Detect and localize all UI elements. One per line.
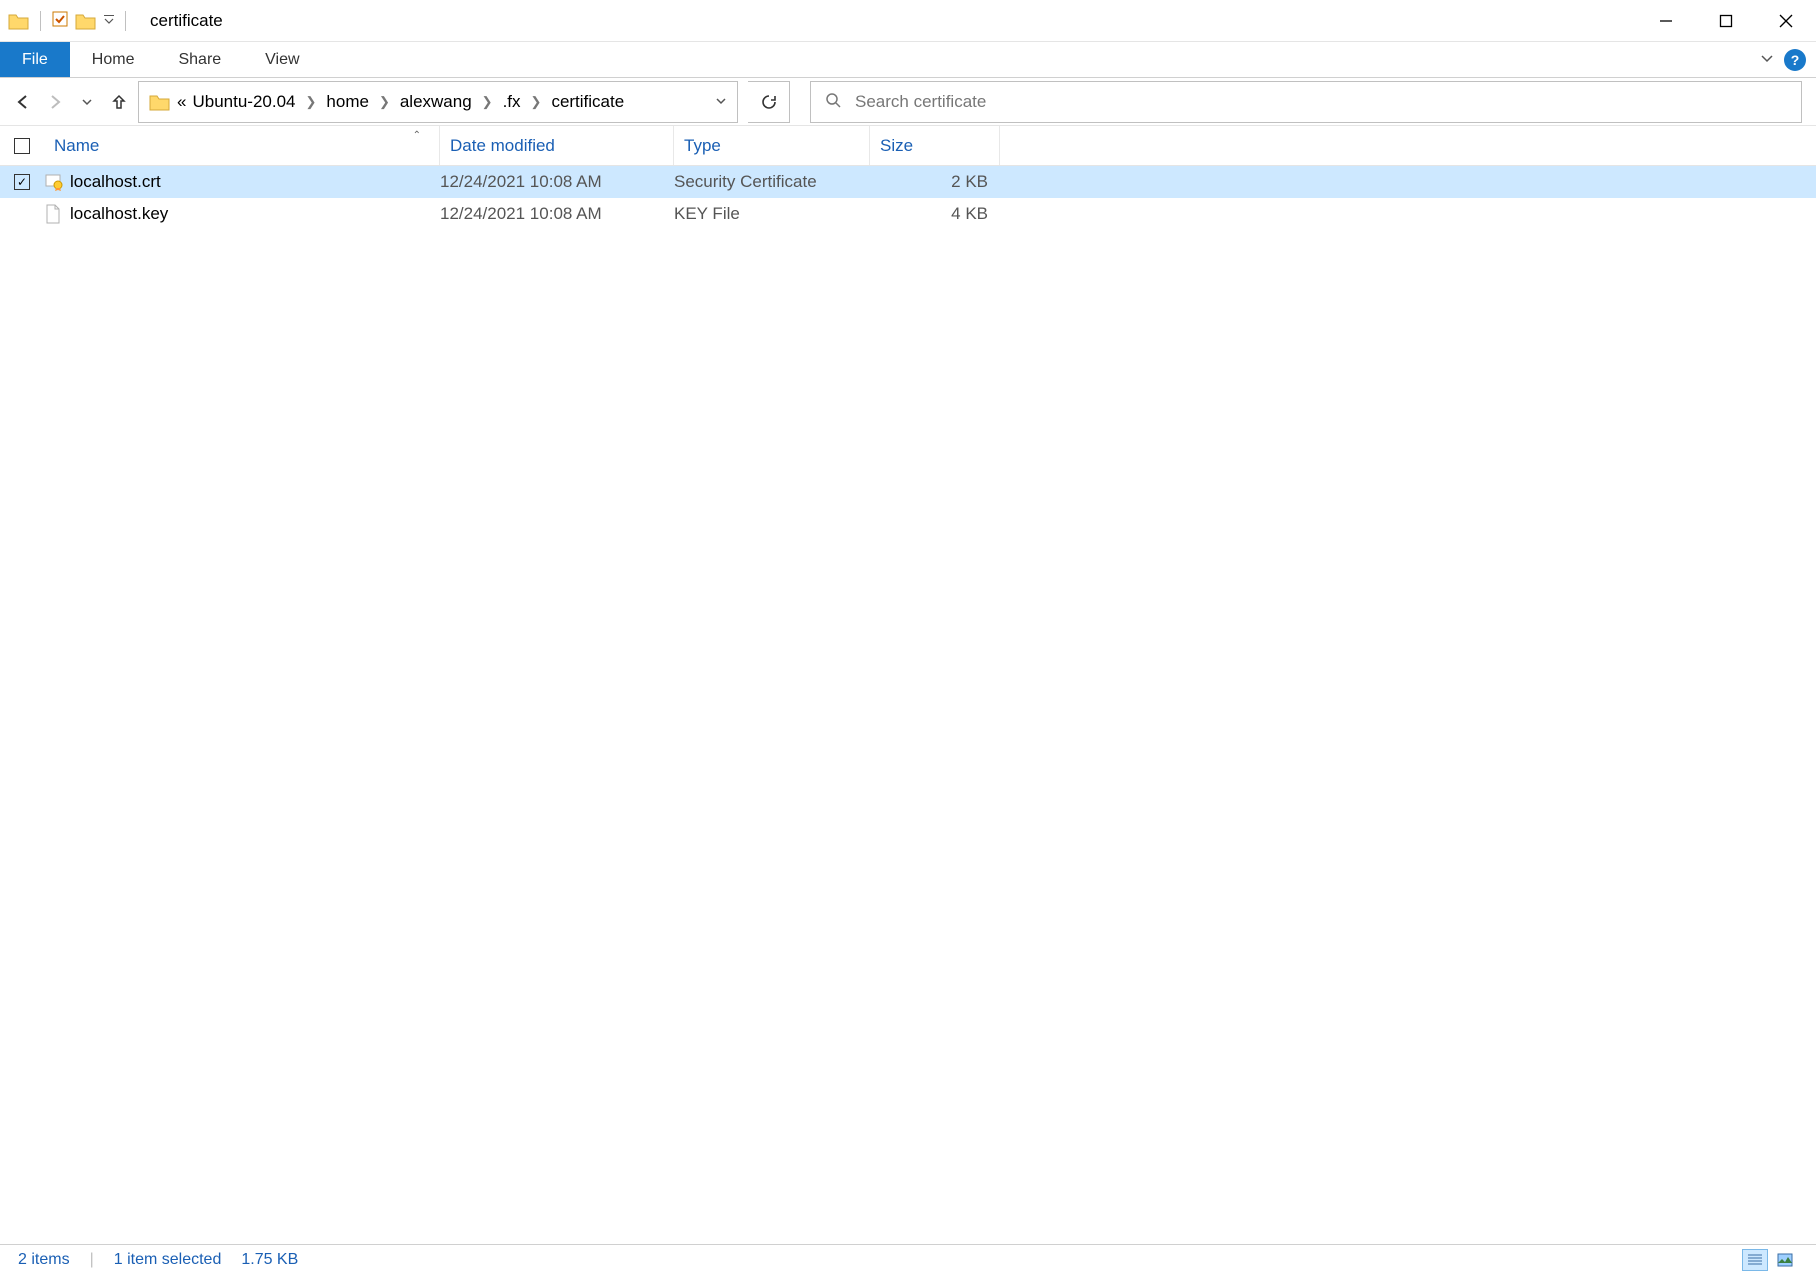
file-type: Security Certificate: [674, 172, 870, 192]
file-icon: [44, 204, 62, 224]
search-icon: [825, 92, 841, 111]
close-button[interactable]: [1756, 0, 1816, 41]
maximize-button[interactable]: [1696, 0, 1756, 41]
ribbon-collapse-icon[interactable]: [1760, 51, 1774, 68]
folder-icon: [8, 12, 30, 30]
window-controls: [1636, 0, 1816, 41]
ribbon: File Home Share View ?: [0, 42, 1816, 78]
properties-icon[interactable]: [51, 10, 69, 31]
column-header-checkbox[interactable]: [0, 126, 44, 165]
breadcrumb-item[interactable]: certificate: [551, 92, 624, 112]
status-item-count: 2 items: [18, 1251, 70, 1269]
details-view-button[interactable]: [1742, 1249, 1768, 1271]
up-button[interactable]: [110, 93, 128, 111]
chevron-right-icon[interactable]: ❯: [482, 94, 493, 110]
tab-view[interactable]: View: [243, 42, 321, 77]
tab-file[interactable]: File: [0, 42, 70, 77]
address-dropdown-icon[interactable]: [715, 92, 727, 112]
title-bar: certificate: [0, 0, 1816, 42]
status-size: 1.75 KB: [241, 1251, 298, 1269]
breadcrumb-prefix: «: [177, 92, 186, 112]
search-box[interactable]: [810, 81, 1802, 123]
forward-button[interactable]: [46, 93, 64, 111]
file-row[interactable]: localhost.crt 12/24/2021 10:08 AM Securi…: [0, 166, 1816, 198]
breadcrumb-item[interactable]: alexwang: [400, 92, 472, 112]
column-header-name[interactable]: Name⌃: [44, 126, 440, 165]
file-row[interactable]: localhost.key 12/24/2021 10:08 AM KEY Fi…: [0, 198, 1816, 230]
address-bar[interactable]: « Ubuntu-20.04 ❯ home ❯ alexwang ❯ .fx ❯…: [138, 81, 738, 123]
chevron-right-icon[interactable]: ❯: [531, 94, 542, 110]
help-button[interactable]: ?: [1784, 49, 1806, 71]
status-selection: 1 item selected: [114, 1251, 222, 1269]
window-title: certificate: [150, 11, 223, 31]
sort-asc-icon: ⌃: [413, 130, 421, 141]
status-bar: 2 items | 1 item selected 1.75 KB: [0, 1244, 1816, 1274]
refresh-button[interactable]: [748, 81, 790, 123]
file-list-area: Name⌃ Date modified Type Size localhost.…: [0, 126, 1816, 1244]
select-all-checkbox[interactable]: [14, 138, 30, 154]
navigation-row: « Ubuntu-20.04 ❯ home ❯ alexwang ❯ .fx ❯…: [0, 78, 1816, 126]
qat-dropdown-icon[interactable]: [103, 13, 115, 29]
separator: [40, 11, 41, 31]
file-name: localhost.crt: [70, 172, 440, 192]
column-header-date[interactable]: Date modified: [440, 126, 674, 165]
new-folder-icon[interactable]: [75, 12, 97, 30]
column-header-type[interactable]: Type: [674, 126, 870, 165]
row-checkbox[interactable]: [14, 174, 30, 190]
quick-access-toolbar: [0, 0, 138, 41]
column-header-size[interactable]: Size: [870, 126, 1000, 165]
certificate-icon: [44, 172, 64, 192]
chevron-right-icon[interactable]: ❯: [379, 94, 390, 110]
file-type: KEY File: [674, 204, 870, 224]
separator: |: [90, 1251, 94, 1269]
breadcrumb-item[interactable]: Ubuntu-20.04: [192, 92, 295, 112]
separator: [125, 11, 126, 31]
breadcrumb-item[interactable]: .fx: [503, 92, 521, 112]
tab-share[interactable]: Share: [156, 42, 243, 77]
file-name: localhost.key: [70, 204, 440, 224]
recent-dropdown-icon[interactable]: [78, 93, 96, 111]
search-input[interactable]: [855, 92, 1787, 112]
column-headers: Name⌃ Date modified Type Size: [0, 126, 1816, 166]
back-button[interactable]: [14, 93, 32, 111]
minimize-button[interactable]: [1636, 0, 1696, 41]
file-date: 12/24/2021 10:08 AM: [440, 204, 674, 224]
file-list: localhost.crt 12/24/2021 10:08 AM Securi…: [0, 166, 1816, 230]
breadcrumb-item[interactable]: home: [326, 92, 369, 112]
chevron-right-icon[interactable]: ❯: [306, 94, 317, 110]
file-date: 12/24/2021 10:08 AM: [440, 172, 674, 192]
file-size: 2 KB: [870, 172, 1000, 192]
file-size: 4 KB: [870, 204, 1000, 224]
folder-icon: [149, 93, 171, 111]
thumbnails-view-button[interactable]: [1772, 1249, 1798, 1271]
tab-home[interactable]: Home: [70, 42, 157, 77]
